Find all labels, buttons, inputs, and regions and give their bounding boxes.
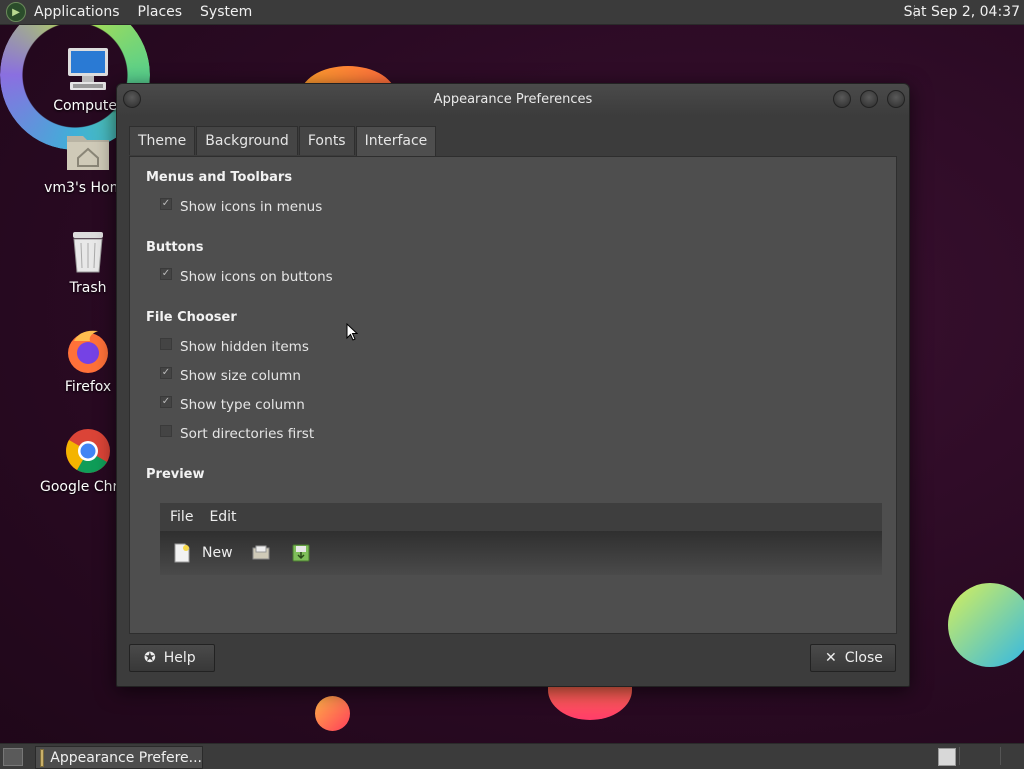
section-buttons: Buttons	[146, 240, 204, 255]
appearance-app-icon	[40, 748, 45, 767]
preview-new-label[interactable]: New	[202, 545, 233, 561]
taskbar-item-label: Appearance Prefere...	[50, 749, 202, 766]
menu-applications[interactable]: Applications	[34, 4, 120, 20]
home-folder-icon	[67, 136, 109, 170]
open-folder-icon[interactable]	[251, 543, 271, 563]
checkbox-label: Show hidden items	[180, 339, 309, 355]
preview-menubar: File Edit	[160, 503, 882, 531]
section-preview: Preview	[146, 467, 205, 482]
checkbox-show-icons-on-buttons[interactable]: ✓ Show icons on buttons	[160, 268, 333, 285]
workspace-1[interactable]	[938, 748, 956, 766]
distro-logo-icon[interactable]: ▶	[6, 2, 26, 22]
preview-menu-edit[interactable]: Edit	[209, 509, 236, 525]
wallpaper-blob-small	[315, 696, 350, 731]
firefox-icon	[68, 330, 108, 373]
help-label: Help	[163, 650, 196, 666]
taskbar-item-appearance-preferences[interactable]: Appearance Prefere...	[35, 746, 203, 769]
close-icon: ✕	[825, 650, 837, 666]
checkbox-icon[interactable]: ✓	[160, 268, 172, 280]
preview-area: File Edit New	[160, 503, 882, 575]
checkbox-icon[interactable]: ✓	[160, 367, 172, 379]
tab-interface[interactable]: Interface	[355, 126, 437, 157]
close-window-button[interactable]	[887, 90, 905, 108]
checkbox-icon[interactable]: ✓	[160, 198, 172, 210]
checkbox-sort-directories-first[interactable]: Sort directories first	[160, 425, 315, 442]
tab-theme[interactable]: Theme	[129, 126, 196, 155]
tab-fonts[interactable]: Fonts	[298, 126, 355, 155]
close-button[interactable]: ✕ Close	[810, 644, 896, 672]
bottom-panel: Appearance Prefere...	[0, 743, 1024, 769]
checkbox-label: Show size column	[180, 368, 301, 384]
save-icon[interactable]	[291, 543, 311, 563]
workspace-2[interactable]	[959, 747, 980, 765]
checkbox-icon[interactable]	[160, 425, 172, 437]
help-icon: ✪	[144, 650, 156, 666]
trash-icon	[73, 232, 103, 273]
tab-background[interactable]: Background	[196, 126, 298, 155]
checkbox-show-size-column[interactable]: ✓ Show size column	[160, 367, 301, 384]
appearance-preferences-dialog: Appearance Preferences Theme Background …	[116, 83, 910, 687]
checkbox-label: Show icons in menus	[180, 199, 323, 215]
checkbox-icon[interactable]: ✓	[160, 396, 172, 408]
chrome-icon	[66, 429, 110, 473]
menu-places[interactable]: Places	[138, 4, 183, 20]
wallpaper-blob-right	[948, 583, 1024, 667]
checkbox-show-icons-in-menus[interactable]: ✓ Show icons in menus	[160, 198, 323, 215]
new-document-icon[interactable]	[172, 543, 192, 563]
dialog-titlebar[interactable]: Appearance Preferences	[117, 84, 909, 116]
top-panel: ▶ Applications Places System Sat Sep 2, …	[0, 0, 1024, 25]
preview-menu-file[interactable]: File	[170, 509, 193, 525]
checkbox-label: Show icons on buttons	[180, 269, 333, 285]
menu-system[interactable]: System	[200, 4, 252, 20]
mouse-cursor-icon	[346, 323, 358, 341]
help-button[interactable]: ✪ Help	[129, 644, 215, 672]
computer-icon	[68, 48, 108, 90]
minimize-button[interactable]	[833, 90, 851, 108]
preview-toolbar: New	[160, 531, 882, 575]
maximize-button[interactable]	[860, 90, 878, 108]
tab-bar: Theme Background Fonts Interface	[129, 126, 437, 157]
close-label: Close	[844, 650, 883, 666]
section-menus-toolbars: Menus and Toolbars	[146, 170, 293, 185]
checkbox-show-type-column[interactable]: ✓ Show type column	[160, 396, 305, 413]
checkbox-icon[interactable]	[160, 338, 172, 350]
checkbox-label: Show type column	[180, 397, 305, 413]
clock[interactable]: Sat Sep 2, 04:37	[904, 4, 1020, 20]
workspace-3[interactable]	[1000, 747, 1021, 765]
dialog-title: Appearance Preferences	[433, 92, 593, 107]
show-desktop-icon[interactable]	[3, 748, 23, 766]
checkbox-show-hidden-items[interactable]: Show hidden items	[160, 338, 309, 355]
checkbox-label: Sort directories first	[180, 426, 315, 442]
section-file-chooser: File Chooser	[146, 310, 237, 325]
interface-tab-panel: Menus and Toolbars ✓ Show icons in menus…	[129, 156, 897, 634]
